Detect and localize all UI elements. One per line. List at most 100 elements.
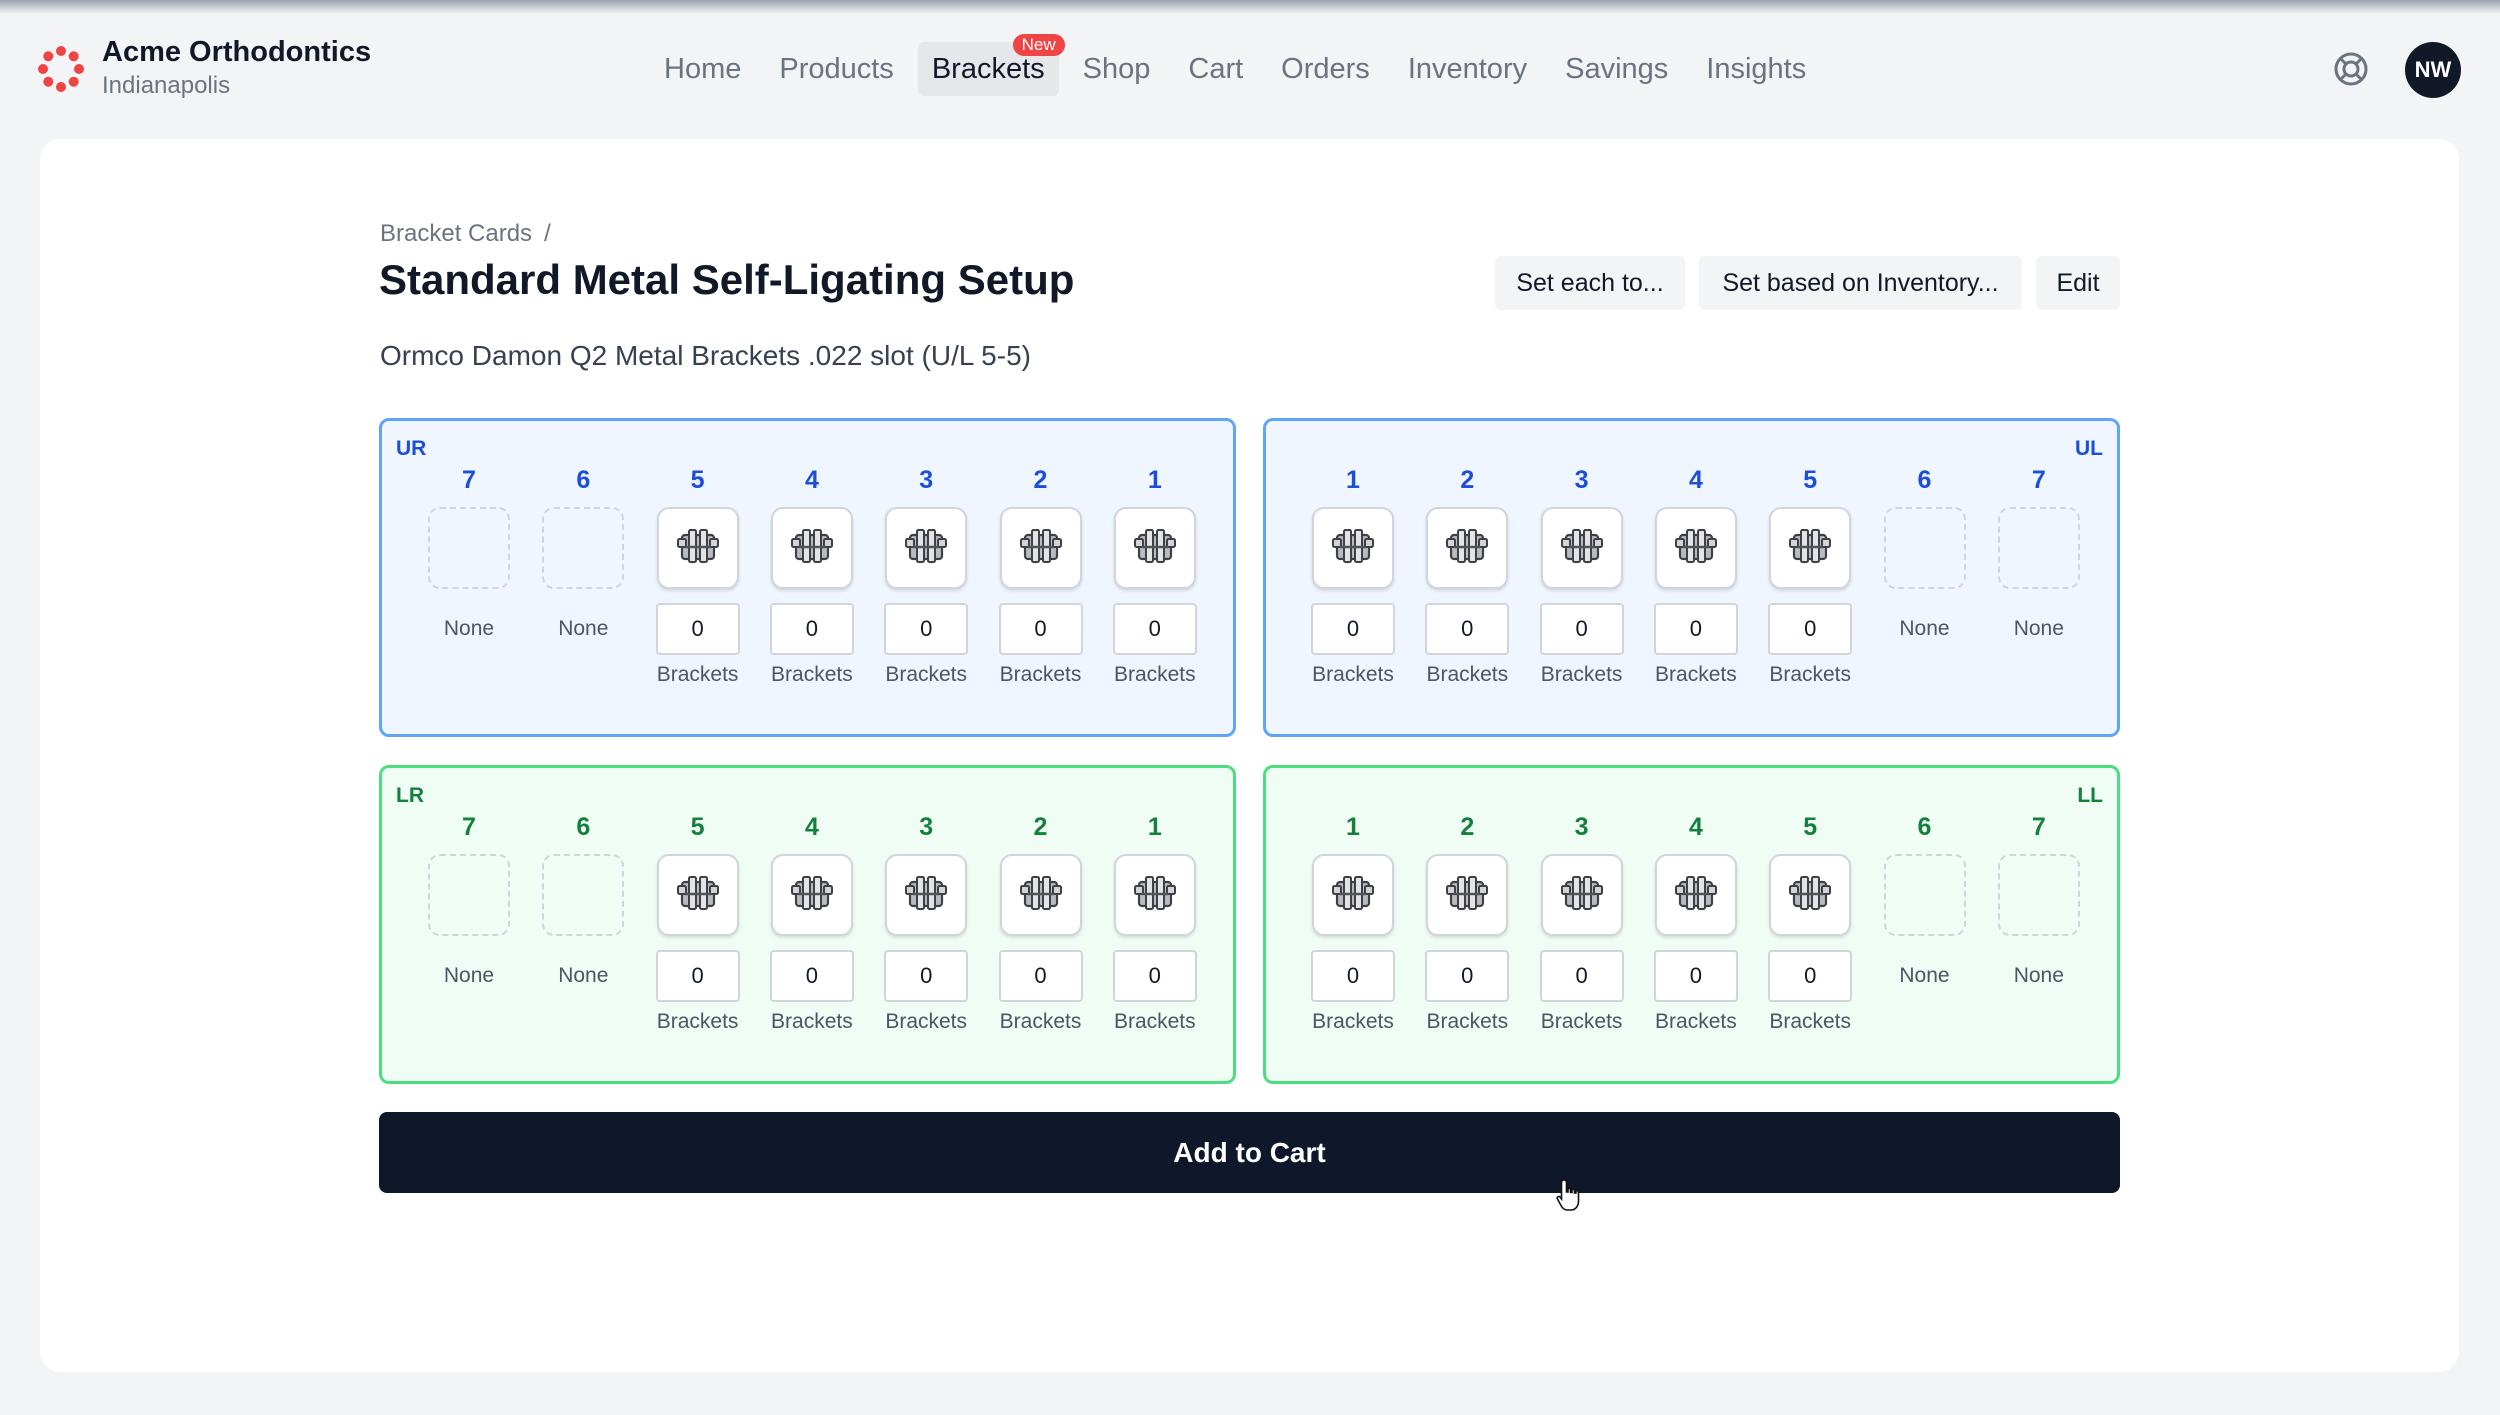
no-bracket-label: None (558, 617, 609, 640)
bracket-quantity-input[interactable] (1112, 603, 1197, 655)
nav-shop[interactable]: Shop (1069, 42, 1165, 96)
quantity-unit-label: Brackets (1655, 663, 1737, 686)
bracket-tile[interactable] (770, 854, 853, 936)
set-based-on-inventory-button[interactable]: Set based on Inventory... (1699, 256, 2022, 310)
bracket-icon (789, 526, 835, 571)
bracket-icon (1673, 526, 1719, 571)
tooth-column: 4 Brackets (769, 465, 854, 687)
bracket-quantity-input[interactable] (769, 603, 854, 655)
tooth-column: 6 None (541, 465, 625, 641)
tooth-column: 2 Brackets (1425, 465, 1510, 687)
bracket-quantity-input[interactable] (998, 950, 1083, 1002)
tooth-number: 3 (919, 813, 934, 841)
app-header: Acme Orthodontics Indianapolis Home Prod… (0, 0, 2500, 140)
set-each-button[interactable]: Set each to... (1495, 256, 1685, 310)
quantity-unit-label: Brackets (1426, 663, 1509, 686)
tooth-number: 6 (1917, 466, 1932, 494)
user-avatar[interactable]: NW (2405, 42, 2461, 98)
tooth-number: 4 (804, 813, 819, 841)
nav-orders[interactable]: Orders (1267, 42, 1384, 96)
bracket-quantity-input[interactable] (1653, 950, 1738, 1002)
bracket-tile[interactable] (656, 854, 739, 936)
tooth-column: 7 None (427, 812, 511, 988)
bracket-quantity-input[interactable] (1112, 950, 1197, 1002)
nav-brackets[interactable]: Brackets New (917, 34, 1065, 96)
bracket-tile[interactable] (1113, 854, 1196, 936)
nav-insights[interactable]: Insights (1692, 42, 1820, 96)
bracket-icon (1018, 526, 1064, 571)
tooth-number: 1 (1346, 466, 1360, 494)
nav-cart[interactable]: Cart (1174, 42, 1257, 96)
quantity-unit-label: Brackets (1312, 1010, 1394, 1033)
tooth-column: 2 Brackets (998, 465, 1083, 687)
empty-tooth-slot (1883, 854, 1966, 936)
tooth-column: 1 Brackets (1311, 465, 1395, 687)
bracket-quantity-input[interactable] (1768, 950, 1853, 1002)
bracket-tile[interactable] (999, 507, 1082, 589)
bracket-tile[interactable] (1113, 507, 1196, 589)
nav-products[interactable]: Products (765, 42, 907, 96)
quantity-unit-label: Brackets (885, 1010, 968, 1033)
bracket-tile[interactable] (770, 507, 853, 589)
tooth-number: 3 (1574, 466, 1589, 494)
bracket-tile[interactable] (1540, 854, 1623, 936)
bracket-quantity-input[interactable] (884, 950, 969, 1002)
bracket-tile[interactable] (1312, 507, 1394, 589)
quadrant-label: UL (2075, 437, 2103, 460)
bracket-quantity-input[interactable] (1311, 950, 1395, 1002)
tooth-number: 4 (1688, 813, 1703, 841)
bracket-quantity-input[interactable] (1311, 603, 1395, 655)
bracket-quantity-input[interactable] (998, 603, 1083, 655)
tooth-column: 4 Brackets (1653, 465, 1738, 687)
lifebuoy-icon[interactable] (2333, 51, 2369, 87)
no-bracket-label: None (443, 964, 495, 987)
tooth-number: 7 (2031, 813, 2046, 841)
tooth-number: 2 (1033, 466, 1048, 494)
empty-tooth-slot (1997, 507, 2080, 589)
no-bracket-label: None (1899, 964, 1950, 987)
nav-inventory[interactable]: Inventory (1394, 42, 1541, 96)
bracket-tile[interactable] (1769, 507, 1852, 589)
bracket-tile[interactable] (1654, 854, 1737, 936)
add-to-cart-button[interactable]: Add to Cart (379, 1112, 2120, 1193)
bracket-quantity-input[interactable] (655, 950, 740, 1002)
tooth-column: 3 Brackets (1539, 812, 1624, 1034)
quadrant-lower-left: LL 1Brackets2Brackets3Brackets4Brackets5… (1263, 765, 2120, 1084)
bracket-quantity-input[interactable] (884, 603, 969, 655)
tooth-number: 2 (1033, 813, 1048, 841)
no-bracket-label: None (558, 964, 609, 987)
bracket-quantity-input[interactable] (1425, 950, 1510, 1002)
bracket-tile[interactable] (1654, 507, 1737, 589)
bracket-quantity-input[interactable] (1425, 603, 1510, 655)
quantity-unit-label: Brackets (1312, 663, 1394, 686)
nav-home[interactable]: Home (650, 42, 755, 96)
tooth-column: 5 Brackets (1768, 812, 1853, 1034)
bracket-icon (1132, 526, 1178, 571)
bracket-tile[interactable] (885, 507, 968, 589)
bracket-quantity-input[interactable] (655, 603, 740, 655)
edit-button[interactable]: Edit (2036, 256, 2120, 310)
bracket-quantity-input[interactable] (1768, 603, 1853, 655)
brand-name: Acme Orthodontics (102, 36, 372, 68)
quantity-unit-label: Brackets (999, 663, 1082, 686)
tooth-number: 2 (1460, 466, 1475, 494)
bracket-quantity-input[interactable] (769, 950, 854, 1002)
bracket-quantity-input[interactable] (1539, 603, 1624, 655)
bracket-tile[interactable] (1426, 507, 1509, 589)
tooth-column: 7 None (1997, 812, 2081, 988)
bracket-quantity-input[interactable] (1539, 950, 1624, 1002)
bracket-quantity-input[interactable] (1653, 603, 1738, 655)
no-bracket-label: None (1899, 617, 1950, 640)
bracket-tile[interactable] (999, 854, 1082, 936)
nav-savings[interactable]: Savings (1551, 42, 1682, 96)
bracket-tile[interactable] (1426, 854, 1509, 936)
bracket-tile[interactable] (1540, 507, 1623, 589)
bracket-tile[interactable] (1769, 854, 1852, 936)
bracket-tile[interactable] (1312, 854, 1394, 936)
no-bracket-label: None (2013, 964, 2064, 987)
bracket-tile[interactable] (656, 507, 739, 589)
quantity-unit-label: Brackets (656, 1010, 739, 1033)
breadcrumb-bracket-cards[interactable]: Bracket Cards (380, 220, 532, 247)
bracket-tile[interactable] (885, 854, 968, 936)
quantity-unit-label: Brackets (1769, 663, 1852, 686)
